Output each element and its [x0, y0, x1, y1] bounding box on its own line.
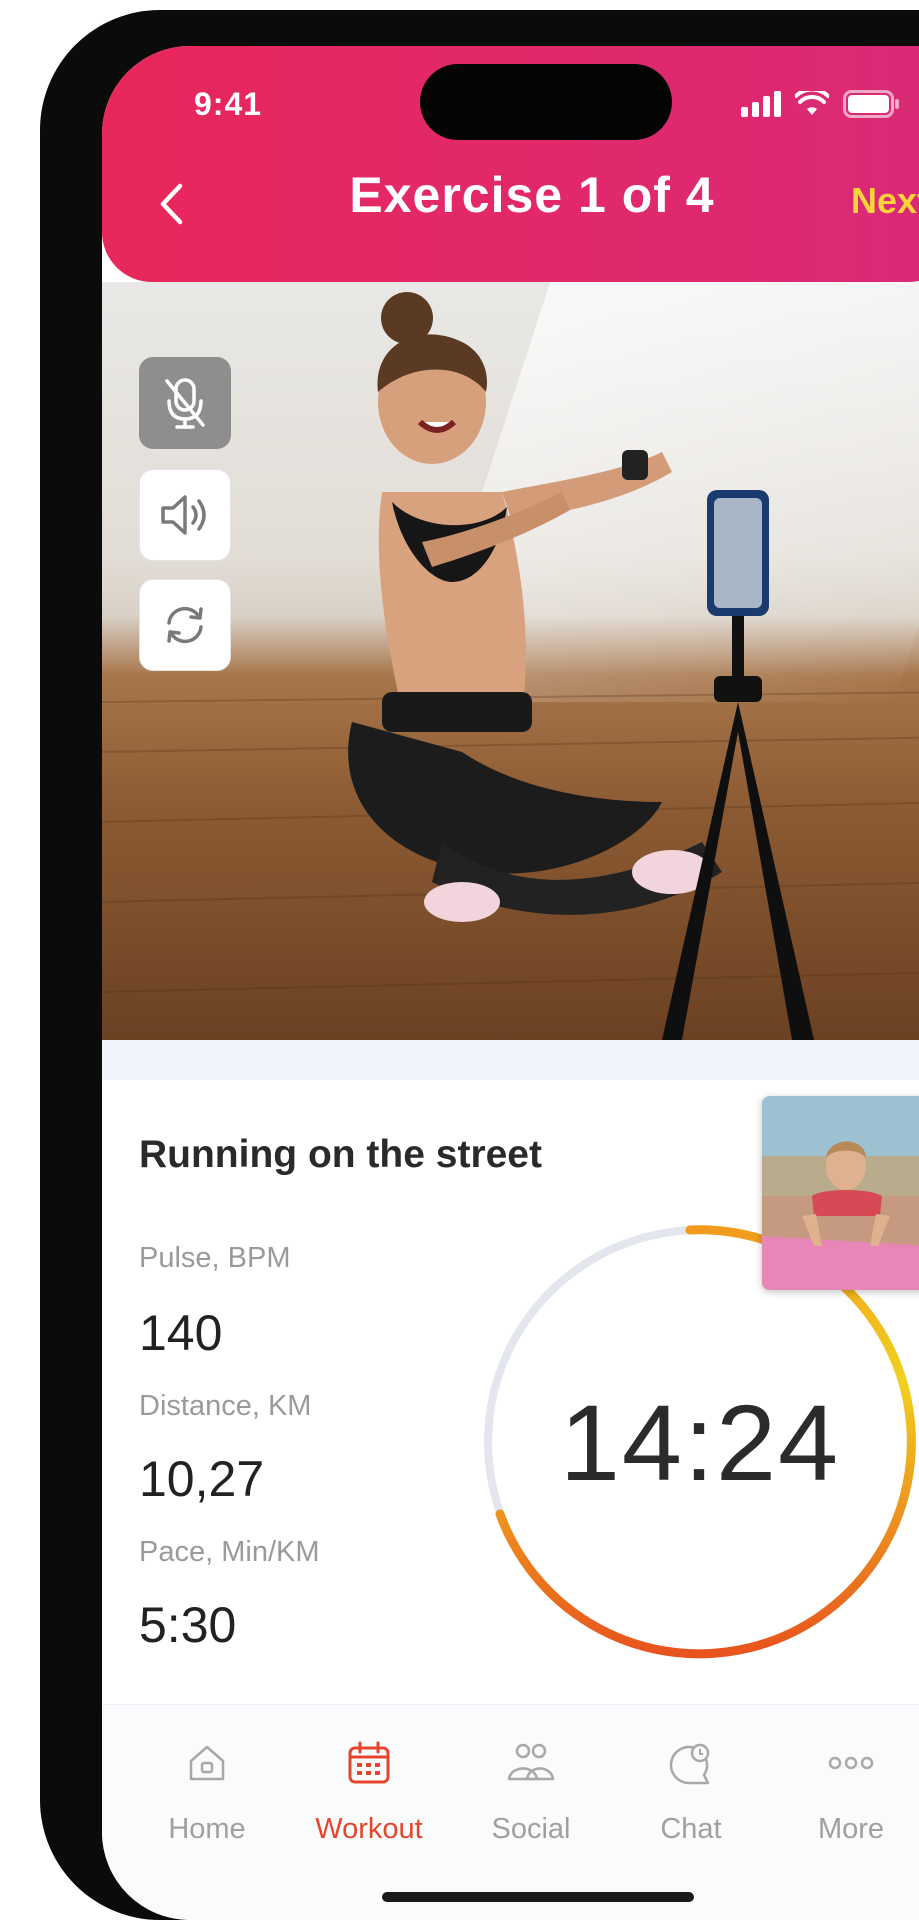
tab-more[interactable]: More: [776, 1705, 919, 1855]
tab-chat-label: Chat: [660, 1813, 722, 1845]
screen: 9:41 Exercise 1 of 4 Nex Running on the …: [102, 46, 919, 1920]
dynamic-island: [420, 64, 672, 140]
exercise-name: Running on the street: [139, 1133, 542, 1176]
phone-frame: 9:41 Exercise 1 of 4 Nex Running on the …: [40, 10, 919, 1920]
stat-value-pulse: 140: [139, 1305, 223, 1361]
next-button[interactable]: Next: [851, 180, 919, 222]
tab-social[interactable]: Social: [456, 1705, 606, 1855]
status-time: 9:41: [194, 86, 263, 122]
header-bar: 9:41 Exercise 1 of 4 Nex: [102, 46, 919, 282]
plank-woman-thumbnail: [762, 1096, 919, 1290]
stat-label-distance: Distance, KM: [139, 1390, 312, 1422]
status-icons: [741, 90, 901, 118]
stat-label-pulse: Pulse, BPM: [139, 1242, 291, 1274]
battery-icon: [843, 90, 899, 118]
stat-label-pace: Pace, Min/KM: [139, 1536, 320, 1568]
tab-home[interactable]: Home: [132, 1705, 282, 1855]
more-icon: [828, 1756, 874, 1770]
stat-value-distance: 10,27: [139, 1451, 265, 1507]
people-icon: [507, 1743, 555, 1781]
self-camera-preview[interactable]: [762, 1096, 919, 1290]
tab-chat[interactable]: Chat: [616, 1705, 766, 1855]
wifi-icon: [795, 91, 829, 115]
video-preview[interactable]: [102, 282, 919, 1040]
tab-more-label: More: [817, 1813, 885, 1845]
section-divider: [102, 1040, 919, 1080]
home-icon: [189, 1745, 225, 1781]
tab-workout[interactable]: Workout: [294, 1705, 444, 1855]
back-button[interactable]: [146, 174, 196, 234]
tab-workout-label: Workout: [315, 1813, 423, 1845]
signal-icon: [741, 91, 781, 117]
calendar-icon: [348, 1741, 390, 1784]
chevron-left-icon: [160, 183, 183, 225]
tab-bar: Home Workout Social Chat More: [102, 1704, 919, 1920]
chat-icon: [669, 1743, 710, 1785]
page-title: Exercise 1 of 4: [349, 167, 715, 223]
microphone-off-icon: [165, 378, 205, 429]
mute-microphone-button[interactable]: [139, 357, 231, 449]
tab-social-label: Social: [491, 1813, 571, 1845]
tab-home-label: Home: [168, 1813, 246, 1845]
stat-value-pace: 5:30: [139, 1597, 237, 1653]
speaker-icon: [161, 495, 206, 535]
sound-button[interactable]: [139, 469, 231, 561]
switch-camera-icon: [167, 606, 203, 644]
switch-camera-button[interactable]: [139, 579, 231, 671]
home-indicator[interactable]: [382, 1892, 694, 1902]
